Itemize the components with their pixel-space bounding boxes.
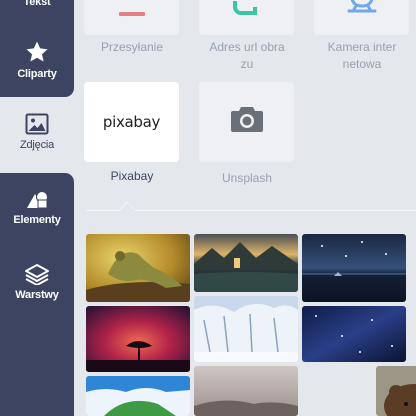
photo-thumbnail — [86, 376, 190, 416]
sidebar-item-label: Cliparty — [17, 68, 57, 80]
sidebar-item-label: Tekst — [23, 0, 51, 8]
unsplash-label: Unsplash — [221, 171, 273, 185]
image-source-panel: Przesyłanie Adres url obra zu Kamera int… — [74, 0, 416, 416]
pixabay-tile[interactable]: pixabay — [84, 82, 179, 162]
sidebar-item-text[interactable]: Tekst — [0, 0, 74, 8]
webcam-icon — [346, 0, 378, 18]
url-tile[interactable] — [199, 0, 294, 35]
photo-thumbnail — [86, 234, 190, 302]
sidebar-item-layers[interactable]: Warstwy — [0, 263, 74, 301]
pixabay-logo: pixabay — [102, 113, 161, 131]
gallery-thumbnail[interactable] — [376, 366, 416, 416]
gallery-thumbnail[interactable] — [86, 234, 190, 302]
webcam-label-line1: Kamera inter — [327, 40, 397, 54]
pixabay-label: Pixabay — [110, 169, 154, 183]
webcam-label-line2: netowa — [342, 57, 382, 71]
image-icon — [25, 113, 49, 135]
webcam-tile[interactable] — [314, 0, 409, 35]
selection-caret — [118, 201, 136, 219]
sidebar: Tekst Cliparty Zdjęcia Elementy Warstwy — [0, 0, 74, 416]
sidebar-item-photos[interactable]: Zdjęcia — [0, 113, 74, 151]
upload-label: Przesyłanie — [100, 40, 164, 54]
divider — [86, 210, 416, 211]
gallery-thumbnail[interactable] — [302, 234, 406, 302]
photo-thumbnail — [376, 366, 416, 416]
link-icon — [233, 1, 261, 22]
gallery-thumbnail[interactable] — [194, 366, 298, 416]
sidebar-item-label: Elementy — [13, 214, 61, 226]
sidebar-item-elements[interactable]: Elementy — [0, 190, 74, 226]
url-label: Adres url obra zu — [187, 39, 307, 73]
gallery-thumbnail[interactable] — [194, 234, 298, 292]
photo-thumbnail — [194, 234, 298, 292]
url-label-line1: Adres url obra — [209, 40, 285, 54]
gallery-thumbnail[interactable] — [86, 376, 190, 416]
webcam-label: Kamera inter netowa — [302, 39, 416, 73]
shapes-icon — [24, 190, 50, 210]
gallery-thumbnail[interactable] — [302, 306, 406, 362]
sidebar-item-cliparts[interactable]: Cliparty — [0, 40, 74, 80]
photo-thumbnail — [194, 366, 298, 416]
sidebar-item-label: Warstwy — [15, 289, 59, 301]
photo-thumbnail — [302, 234, 406, 302]
unsplash-tile[interactable] — [199, 82, 294, 162]
camera-icon — [230, 104, 264, 139]
layers-icon — [24, 263, 50, 285]
gallery-thumbnail[interactable] — [194, 296, 298, 362]
upload-icon — [119, 7, 145, 25]
sidebar-item-label: Zdjęcia — [19, 139, 55, 151]
photo-thumbnail — [302, 306, 406, 362]
photo-thumbnail — [86, 306, 190, 372]
star-icon — [25, 40, 49, 64]
url-label-line2: zu — [240, 57, 254, 71]
photo-thumbnail — [194, 296, 298, 362]
upload-tile[interactable] — [84, 0, 179, 35]
gallery-thumbnail[interactable] — [86, 306, 190, 372]
